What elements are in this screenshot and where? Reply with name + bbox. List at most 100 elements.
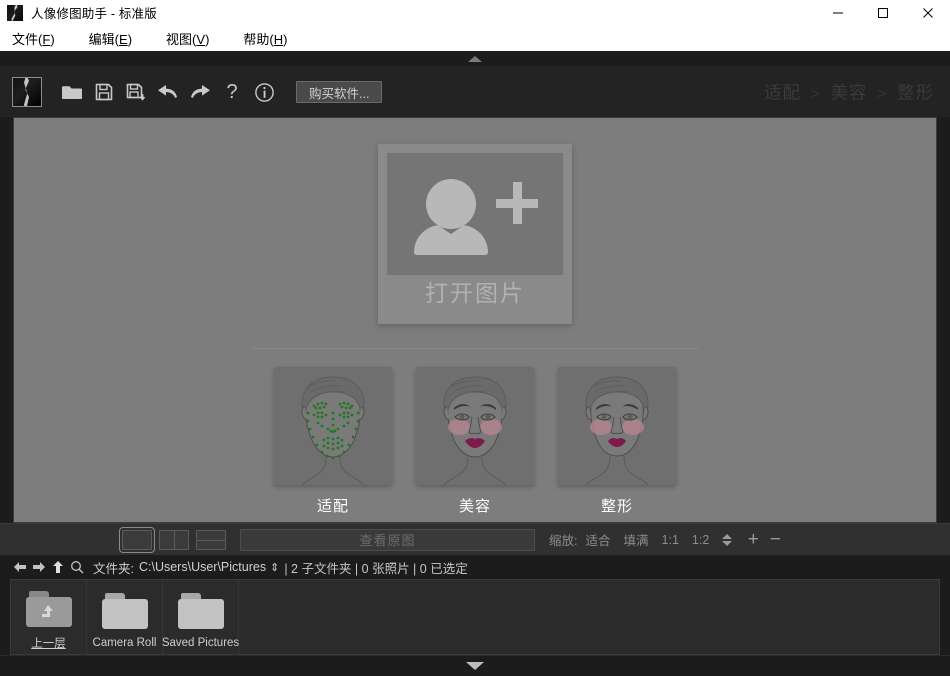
folder-name-up: 上一层 <box>31 635 66 651</box>
redo-icon[interactable] <box>184 75 216 109</box>
menu-accel-view: V <box>196 32 205 47</box>
undo-icon[interactable] <box>152 75 184 109</box>
application-window: 人像修图助手 - 标准版 文件(F) 编辑(E) 视图(V) 帮助(H) <box>0 0 950 676</box>
zoom-in-button[interactable]: + <box>742 530 764 549</box>
title-bar: 人像修图助手 - 标准版 <box>0 0 950 25</box>
face-landmarks-thumb <box>274 367 392 485</box>
image-thumbnail-icon[interactable] <box>12 77 42 107</box>
mode-card-label-adapt: 适配 <box>317 495 349 516</box>
minimize-button[interactable] <box>815 0 860 25</box>
face-beauty-thumb <box>416 367 534 485</box>
folder-icon <box>102 593 148 629</box>
save-as-icon[interactable] <box>120 75 152 109</box>
canvas-container: 打开图片 <box>0 117 950 523</box>
view-split-horizontal[interactable] <box>196 530 226 550</box>
info-icon[interactable] <box>248 75 280 109</box>
person-head <box>426 179 476 229</box>
view-original-button[interactable]: 查看原图 <box>240 529 535 551</box>
open-image-button[interactable]: 打开图片 <box>378 144 572 324</box>
menu-item-file[interactable]: 文件(F) <box>12 29 55 48</box>
window-controls <box>815 0 950 25</box>
breadcrumb: 适配 > 美容 > 整形 <box>764 80 934 105</box>
path-spinner-icon[interactable]: ⇕ <box>270 561 279 574</box>
buy-software-button[interactable]: 购买软件... <box>296 81 382 103</box>
mode-cards: 适配 <box>273 367 677 516</box>
folder-name-camera-roll: Camera Roll <box>93 637 157 649</box>
zoom-spinner[interactable] <box>722 534 732 546</box>
face-reshape-thumb <box>558 367 676 485</box>
image-canvas: 打开图片 <box>13 117 937 523</box>
mode-card-label-beauty: 美容 <box>459 495 491 516</box>
section-divider <box>251 348 699 349</box>
maximize-button[interactable] <box>860 0 905 25</box>
person-add-photo-icon <box>387 153 563 275</box>
folder-body <box>178 599 224 629</box>
menu-accel-help: H <box>274 32 283 47</box>
person-silhouette-icon <box>412 175 490 253</box>
window-title: 人像修图助手 - 标准版 <box>31 3 157 22</box>
help-icon[interactable]: ? <box>216 75 248 109</box>
zoom-controls: 缩放: 适合 填满 1:1 1:2 + − <box>549 530 786 549</box>
chevron-down-icon <box>466 662 484 670</box>
view-mode-group <box>122 530 226 550</box>
menu-label-view: 视图 <box>166 32 192 47</box>
breadcrumb-item-adapt[interactable]: 适配 <box>764 83 801 103</box>
breadcrumb-separator-1: > <box>811 86 821 103</box>
folder-meta: | 2 子文件夹 | 0 张照片 | 0 已选定 <box>284 558 467 577</box>
mode-card-label-reshape: 整形 <box>601 495 633 516</box>
collapse-panel-bottom[interactable] <box>0 655 950 676</box>
folder-path-bar: 文件夹: C:\Users\User\Pictures ⇕ | 2 子文件夹 |… <box>0 555 950 579</box>
folder-body <box>102 599 148 629</box>
folder-item-up[interactable]: 上一层 <box>11 580 87 654</box>
file-browser[interactable]: 上一层 Camera Roll Saved Pictures <box>10 579 940 655</box>
up-arrow-glyph <box>40 604 58 621</box>
mode-card-beauty[interactable]: 美容 <box>415 367 535 516</box>
canvas-bottom-toolbar: 查看原图 缩放: 适合 填满 1:1 1:2 + − <box>0 523 950 555</box>
folder-item-camera-roll[interactable]: Camera Roll <box>87 580 163 654</box>
breadcrumb-separator-2: > <box>877 86 887 103</box>
menu-item-view[interactable]: 视图(V) <box>166 29 209 48</box>
menu-label-file: 文件 <box>12 32 38 47</box>
folder-name-saved-pictures: Saved Pictures <box>162 637 239 649</box>
mode-card-reshape[interactable]: 整形 <box>557 367 677 516</box>
collapse-panel-top[interactable] <box>0 51 950 67</box>
up-arrow-icon[interactable] <box>48 560 67 574</box>
person-body <box>414 225 488 255</box>
breadcrumb-item-reshape[interactable]: 整形 <box>897 83 934 103</box>
zoom-option-fill[interactable]: 填满 <box>624 530 649 549</box>
zoom-option-fit[interactable]: 适合 <box>585 530 610 549</box>
menu-accel-edit: E <box>119 32 128 47</box>
folder-up-icon <box>26 591 72 627</box>
spinner-up-icon <box>722 534 732 539</box>
menu-item-help[interactable]: 帮助(H) <box>243 29 287 48</box>
folder-item-saved-pictures[interactable]: Saved Pictures <box>163 580 239 654</box>
folder-path-value[interactable]: C:\Users\User\Pictures <box>139 560 266 574</box>
view-single[interactable] <box>122 530 152 550</box>
back-arrow-icon[interactable] <box>10 561 29 573</box>
folder-label: 文件夹: <box>93 558 134 577</box>
chevron-up-icon <box>468 56 482 62</box>
app-logo-icon <box>7 5 23 21</box>
spinner-down-icon <box>722 541 732 546</box>
menu-label-edit: 编辑 <box>89 32 115 47</box>
zoom-option-1-1[interactable]: 1:1 <box>662 533 679 547</box>
view-split-vertical[interactable] <box>159 530 189 550</box>
open-folder-icon[interactable] <box>56 75 88 109</box>
folder-icon <box>178 593 224 629</box>
save-icon[interactable] <box>88 75 120 109</box>
search-icon[interactable] <box>67 560 86 574</box>
mode-card-adapt[interactable]: 适配 <box>273 367 393 516</box>
close-button[interactable] <box>905 0 950 25</box>
breadcrumb-item-beauty[interactable]: 美容 <box>830 83 867 103</box>
menu-label-help: 帮助 <box>243 32 269 47</box>
open-image-label: 打开图片 <box>425 280 525 308</box>
zoom-option-1-2[interactable]: 1:2 <box>692 533 709 547</box>
menu-item-edit[interactable]: 编辑(E) <box>89 29 132 48</box>
zoom-out-button[interactable]: − <box>764 530 786 549</box>
main-toolbar: ? 购买软件... 适配 > 美容 > 整形 <box>0 67 950 117</box>
menu-bar: 文件(F) 编辑(E) 视图(V) 帮助(H) <box>0 25 950 51</box>
menu-accel-file: F <box>42 32 50 47</box>
plus-icon <box>496 182 538 224</box>
zoom-label: 缩放: <box>549 530 577 549</box>
forward-arrow-icon[interactable] <box>29 561 48 573</box>
